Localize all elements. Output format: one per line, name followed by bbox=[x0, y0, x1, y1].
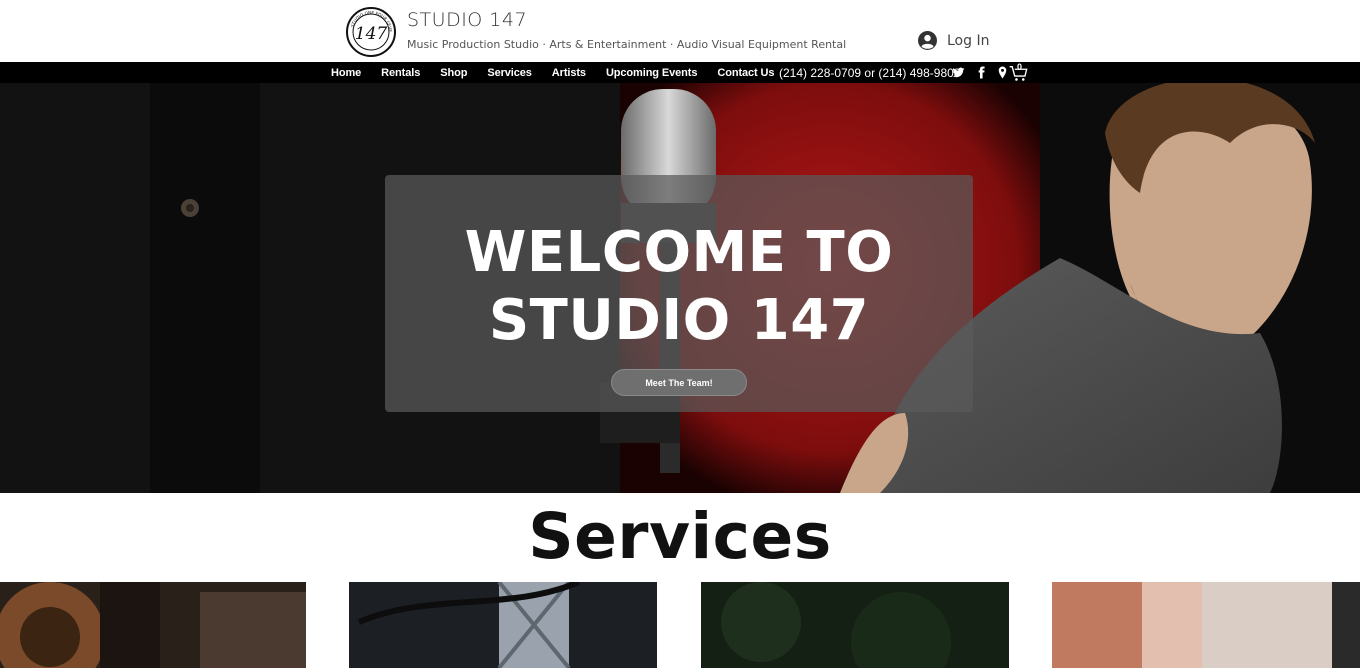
login-label: Log In bbox=[947, 32, 990, 49]
user-avatar-icon bbox=[918, 31, 937, 50]
nav-contact-us[interactable]: Contact Us bbox=[717, 67, 774, 79]
service-image-stage-truss bbox=[349, 582, 657, 668]
hero-title-line-2: STUDIO 147 bbox=[488, 288, 870, 353]
nav-services[interactable]: Services bbox=[487, 67, 532, 79]
site-header: STUDIO ONE FOUR SEVEN 147 STUDIO 147 Mus… bbox=[0, 0, 1360, 62]
hero-banner: WELCOME TO STUDIO 147 Meet The Team! bbox=[0, 83, 1360, 493]
cart-count: 0 bbox=[1017, 62, 1023, 72]
service-card-3[interactable] bbox=[701, 582, 1009, 668]
svg-text:147: 147 bbox=[355, 24, 388, 44]
nav-rentals[interactable]: Rentals bbox=[381, 67, 420, 79]
nav-home[interactable]: Home bbox=[331, 67, 361, 79]
service-card-4[interactable] bbox=[1052, 582, 1360, 668]
service-card-2[interactable] bbox=[349, 582, 657, 668]
cart-button[interactable]: 0 bbox=[1008, 62, 1030, 82]
hero-overlay-box: WELCOME TO STUDIO 147 Meet The Team! bbox=[385, 175, 973, 412]
service-image-foliage bbox=[701, 582, 1009, 668]
nav-artists[interactable]: Artists bbox=[552, 67, 586, 79]
meet-the-team-button[interactable]: Meet The Team! bbox=[611, 369, 747, 396]
site-title[interactable]: STUDIO 147 bbox=[407, 9, 527, 31]
service-image-guitar bbox=[0, 582, 306, 668]
nav-upcoming-events[interactable]: Upcoming Events bbox=[606, 67, 698, 79]
hero-title-line-1: WELCOME TO bbox=[464, 220, 894, 285]
main-nav: Home Rentals Shop Services Artists Upcom… bbox=[0, 62, 1360, 83]
studio-logo[interactable]: STUDIO ONE FOUR SEVEN 147 bbox=[345, 6, 397, 58]
service-image-portrait bbox=[1052, 582, 1360, 668]
hero-title: WELCOME TO STUDIO 147 bbox=[385, 219, 973, 355]
services-heading: Services bbox=[528, 500, 832, 573]
nav-shop[interactable]: Shop bbox=[440, 67, 467, 79]
login-button[interactable]: Log In bbox=[918, 31, 989, 50]
phone-numbers: (214) 228-0709 or (214) 498-9803 bbox=[779, 66, 961, 80]
facebook-icon[interactable] bbox=[975, 66, 988, 79]
service-card-1[interactable] bbox=[0, 582, 306, 668]
twitter-icon[interactable] bbox=[952, 66, 965, 79]
site-tagline: Music Production Studio · Arts & Enterta… bbox=[407, 38, 847, 51]
